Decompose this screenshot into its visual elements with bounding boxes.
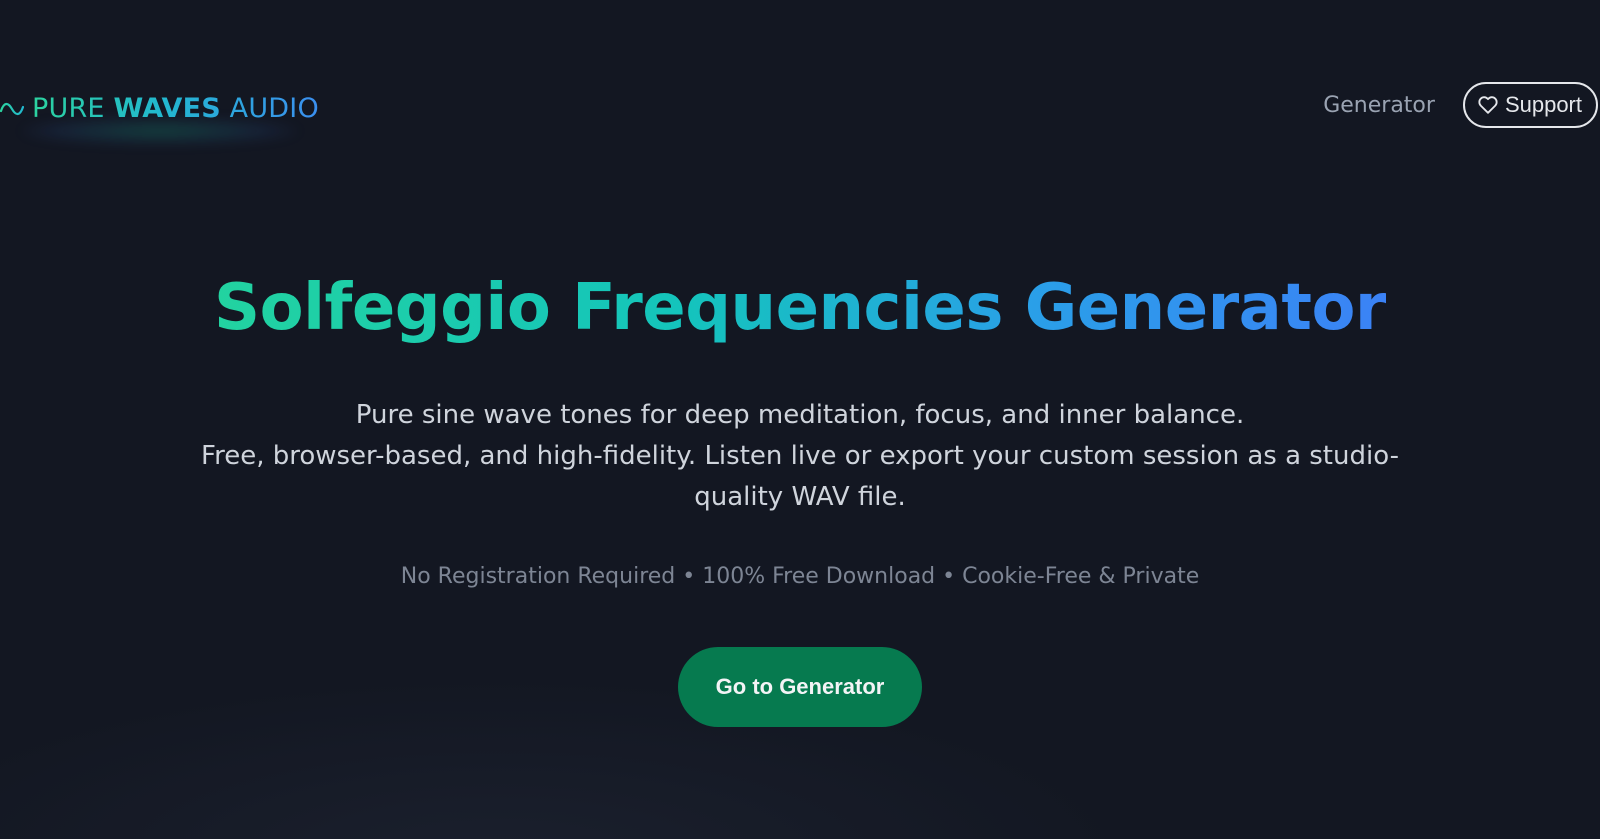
hero-subtitle: Pure sine wave tones for deep meditation…	[180, 395, 1420, 518]
heart-icon	[1478, 96, 1498, 114]
main-nav: Generator Support	[1323, 80, 1600, 130]
logo-text-pure: PURE	[32, 92, 114, 124]
hero-section: Solfeggio Frequencies Generator Pure sin…	[0, 270, 1600, 727]
logo-text-waves: WAVES	[113, 92, 221, 124]
support-button-label: Support	[1504, 92, 1582, 117]
site-header: PURE WAVES AUDIO Generator Support	[0, 0, 1600, 210]
nav-generator-link[interactable]: Generator	[1323, 93, 1435, 118]
site-logo[interactable]: PURE WAVES AUDIO	[0, 88, 319, 144]
logo-text-audio: AUDIO	[220, 92, 319, 124]
hero-subtitle-line-2: Free, browser-based, and high-fidelity. …	[201, 440, 1399, 512]
hero-features: No Registration Required • 100% Free Dow…	[400, 563, 1200, 589]
page: PURE WAVES AUDIO Generator Support Solfe…	[0, 0, 1600, 839]
logo-text: PURE WAVES AUDIO	[32, 93, 319, 124]
support-button[interactable]: Support	[1462, 82, 1598, 128]
sine-wave-icon	[0, 102, 24, 116]
hero-subtitle-line-1: Pure sine wave tones for deep meditation…	[355, 399, 1245, 430]
go-to-generator-button[interactable]: Go to Generator	[678, 646, 922, 727]
hero-title: Solfeggio Frequencies Generator	[214, 271, 1386, 345]
